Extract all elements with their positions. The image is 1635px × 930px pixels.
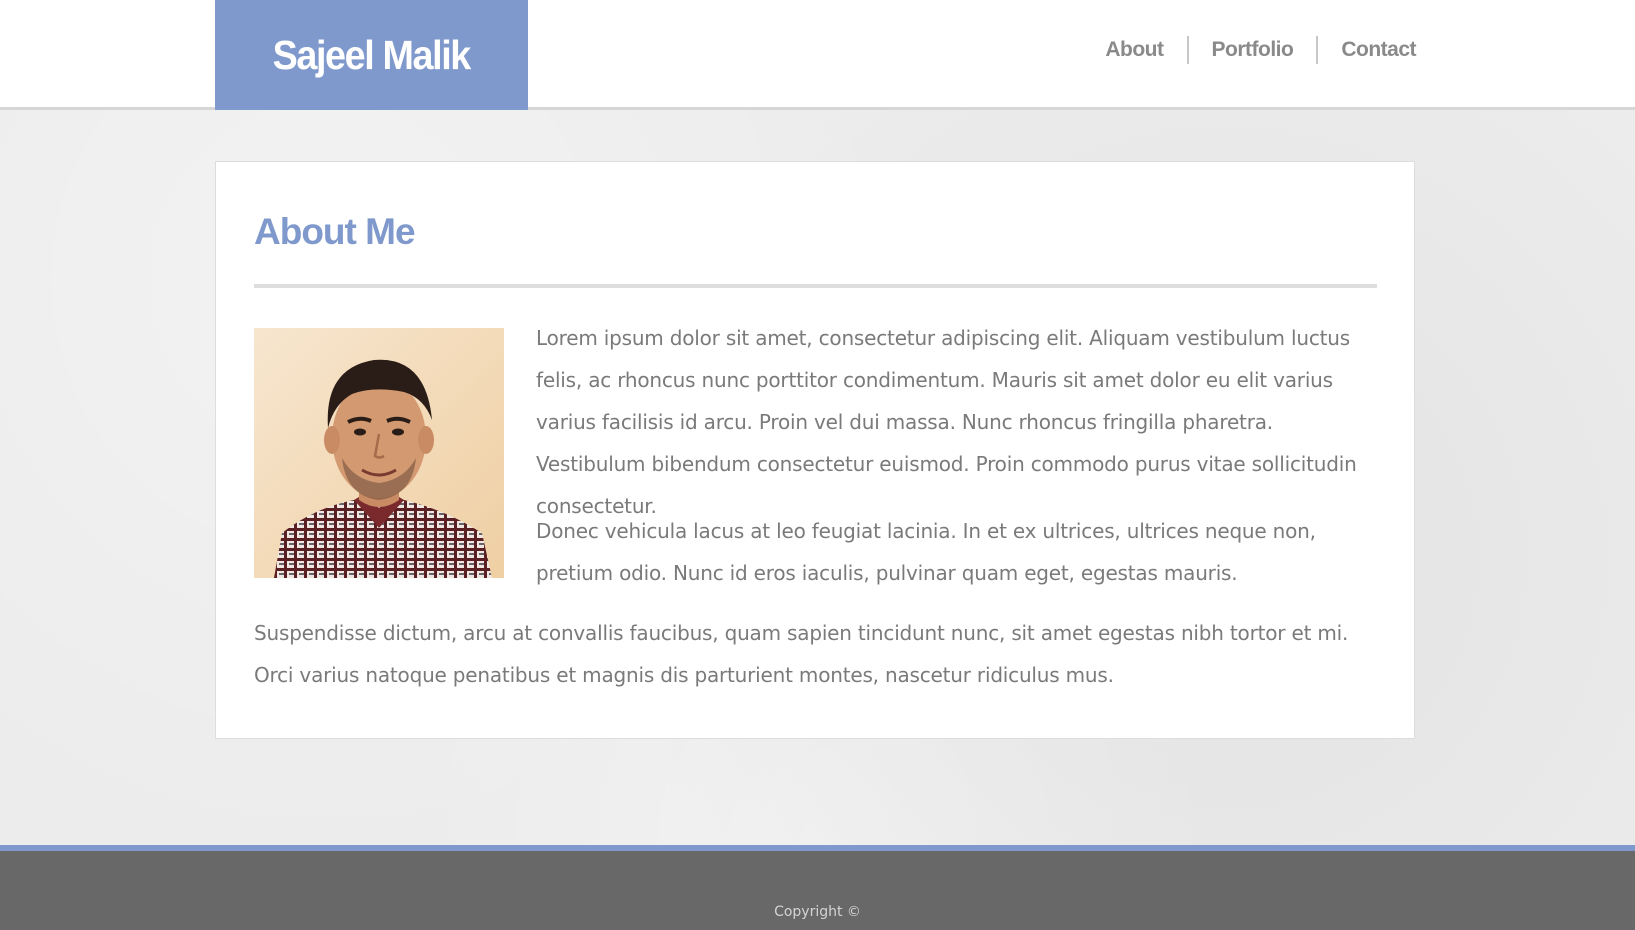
copyright-text: Copyright © <box>774 904 861 920</box>
site-header: Sajeel Malik About Portfolio Contact <box>0 0 1635 110</box>
nav-link-portfolio[interactable]: Portfolio <box>1186 36 1317 64</box>
about-paragraph-3: Suspendisse dictum, arcu at convallis fa… <box>254 621 1349 687</box>
page-title: About Me <box>254 211 416 252</box>
nav-link-about[interactable]: About <box>1082 36 1186 64</box>
brand-name[interactable]: Sajeel Malik <box>273 32 472 79</box>
about-card: About Me Lorem ipsum dolor sit amet, con… <box>215 161 1415 739</box>
site-footer: Copyright © <box>0 845 1635 930</box>
main-nav: About Portfolio Contact <box>1082 36 1416 64</box>
title-divider <box>254 284 1377 288</box>
portrait-photo <box>254 328 504 578</box>
brand-block[interactable]: Sajeel Malik <box>215 0 528 110</box>
about-paragraph-1: Lorem ipsum dolor sit amet, consectetur … <box>536 326 1357 518</box>
portrait-illustration <box>254 328 504 578</box>
about-paragraph-2: Donec vehicula lacus at leo feugiat laci… <box>536 519 1316 585</box>
nav-link-contact[interactable]: Contact <box>1316 36 1416 64</box>
